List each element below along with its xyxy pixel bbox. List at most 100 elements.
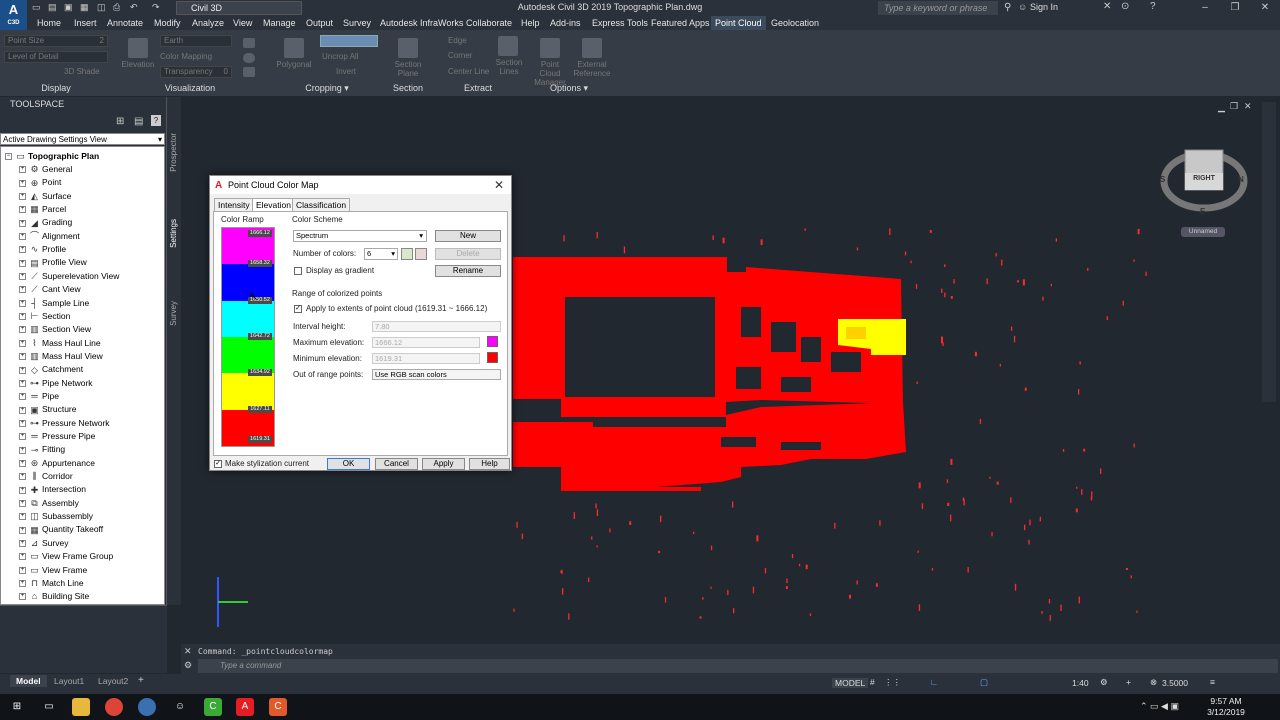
out-of-range-dropdown[interactable]: Use RGB scan colors xyxy=(372,369,501,380)
save-as-icon[interactable]: ▦ xyxy=(80,2,89,14)
tree-root[interactable]: − ▭ Topographic Plan xyxy=(5,150,99,163)
tab-elevation[interactable]: Elevation xyxy=(252,198,295,212)
crop-selector[interactable] xyxy=(320,35,378,47)
plus-icon[interactable]: + xyxy=(1126,677,1131,687)
tree-item-subassembly[interactable]: + ◫ Subassembly xyxy=(19,510,93,523)
restore-icon[interactable]: ❐ xyxy=(1220,0,1250,16)
tree-item-corridor[interactable]: + ⫼ Corridor xyxy=(19,470,73,483)
web-icon[interactable]: ◫ xyxy=(97,2,106,14)
sphere-icon[interactable] xyxy=(243,53,255,63)
expand-icon[interactable]: + xyxy=(19,379,26,387)
expand-icon[interactable]: + xyxy=(19,580,26,588)
model-space-button[interactable]: MODEL xyxy=(832,678,869,688)
tab-model[interactable]: Model xyxy=(10,675,47,687)
pen-icon[interactable] xyxy=(243,38,255,48)
color-mapping-button[interactable]: Color Mapping xyxy=(160,52,232,61)
maximum-elevation-field[interactable]: 1666.12 xyxy=(372,337,480,348)
tab-insert[interactable]: Insert xyxy=(70,16,101,30)
3d-shade-button[interactable]: 3D Shade xyxy=(4,67,108,79)
apply-button[interactable]: Apply xyxy=(422,458,465,470)
command-input[interactable]: Type a command xyxy=(198,659,1278,673)
section-plane-icon[interactable] xyxy=(398,38,418,58)
viewport-restore-icon[interactable]: ❐ xyxy=(1230,101,1238,112)
tab-add-ins[interactable]: Add-ins xyxy=(546,16,585,30)
civil3d-task-icon[interactable]: C xyxy=(269,698,287,716)
ortho-icon[interactable]: ∟ xyxy=(930,677,938,687)
help-button[interactable]: Help xyxy=(469,458,510,470)
section-lines-icon[interactable] xyxy=(498,36,518,56)
tree-item-section-view[interactable]: + ▥ Section View xyxy=(19,323,91,336)
redo-icon[interactable]: ↷ xyxy=(152,2,160,14)
tab-output[interactable]: Output xyxy=(302,16,337,30)
tree-item-profile-view[interactable]: + ▤ Profile View xyxy=(19,256,87,269)
new-button[interactable]: New xyxy=(435,230,501,242)
display-panel-label[interactable]: Display xyxy=(0,83,112,95)
tree-options-icon[interactable]: ⊞ xyxy=(116,116,124,127)
expand-icon[interactable]: + xyxy=(19,206,26,214)
level-of-detail-slider[interactable]: Level of Detail xyxy=(4,51,108,63)
point-size-field[interactable]: Point Size 2 xyxy=(4,35,108,47)
tree-item-sample-line[interactable]: + ┤ Sample Line xyxy=(19,297,89,310)
expand-icon[interactable]: + xyxy=(19,246,26,254)
application-menu-button[interactable]: A C3D xyxy=(0,0,27,30)
expand-icon[interactable]: + xyxy=(19,259,26,267)
close-icon[interactable]: ✕ xyxy=(1250,0,1280,16)
expand-icon[interactable]: + xyxy=(19,233,26,240)
tab-layout1[interactable]: Layout1 xyxy=(48,675,90,687)
rename-button[interactable]: Rename xyxy=(435,265,501,277)
tree-item-survey[interactable]: + ⊿ Survey xyxy=(19,537,68,550)
section-panel-label[interactable]: Section xyxy=(386,83,430,95)
tree-item-pipe[interactable]: + ═ Pipe xyxy=(19,390,59,403)
transparency-slider[interactable]: Transparency 0 xyxy=(160,66,232,78)
minimize-icon[interactable]: – xyxy=(1190,0,1220,16)
cancel-button[interactable]: Cancel xyxy=(375,458,418,470)
expand-icon[interactable]: + xyxy=(19,526,26,534)
uncrop-all-button[interactable]: Uncrop All xyxy=(322,52,378,61)
tab-manage[interactable]: Manage xyxy=(259,16,300,30)
tree-item-assembly[interactable]: + ⧉ Assembly xyxy=(19,497,79,510)
tree-item-mass-haul-line[interactable]: + ⌇ Mass Haul Line xyxy=(19,337,101,350)
tree-item-section[interactable]: + ⊢ Section xyxy=(19,310,70,323)
ramp-band[interactable] xyxy=(222,337,274,374)
tree-item-point[interactable]: + ⊕ Point xyxy=(19,176,61,189)
expand-icon[interactable]: + xyxy=(19,353,26,361)
customize-command-icon[interactable]: ⚙ xyxy=(184,660,192,671)
minimum-color-swatch[interactable] xyxy=(487,352,498,363)
tab-intensity[interactable]: Intensity xyxy=(214,198,254,211)
tree-item-fitting[interactable]: + ⊸ Fitting xyxy=(19,443,65,456)
maximum-color-swatch[interactable] xyxy=(487,336,498,347)
undo-icon[interactable]: ↶ xyxy=(130,2,138,14)
color-ramp[interactable]: 1666.12 1658.32 1650.52 1642.72 1634.92 1627.… xyxy=(221,227,275,447)
system-tray[interactable]: ⌃ ▭ ◀ ▣ xyxy=(1140,701,1179,712)
ramp-band[interactable] xyxy=(222,264,274,301)
app-icon[interactable]: ☺ xyxy=(171,698,189,716)
tree-item-quantity-takeoff[interactable]: + ▦ Quantity Takeoff xyxy=(19,523,103,536)
display-as-gradient-checkbox[interactable] xyxy=(294,267,302,275)
elevation-icon[interactable] xyxy=(128,38,148,58)
tree-item-intersection[interactable]: + ✚ Intersection xyxy=(19,483,86,496)
lighting-icon[interactable] xyxy=(243,67,255,77)
tree-item-match-line[interactable]: + ⊓ Match Line xyxy=(19,577,84,590)
tab-survey[interactable]: Survey xyxy=(339,16,375,30)
viewport-close-icon[interactable]: ✕ xyxy=(1244,101,1252,112)
tree-item-general[interactable]: + ⚙ General xyxy=(19,163,72,176)
browser-icon[interactable] xyxy=(138,698,156,716)
snap-icon[interactable]: ⋮⋮ xyxy=(884,677,901,688)
tree-item-structure[interactable]: + ▣ Structure xyxy=(19,403,77,416)
expand-icon[interactable]: + xyxy=(19,433,26,441)
tab-view[interactable]: View xyxy=(229,16,256,30)
expand-icon[interactable]: + xyxy=(19,273,26,281)
grid-icon[interactable]: # xyxy=(870,677,875,687)
tab-home[interactable]: Home xyxy=(33,16,65,30)
expand-icon[interactable]: + xyxy=(19,406,26,414)
print-icon[interactable]: ⎙ xyxy=(113,2,120,14)
ok-button[interactable]: OK xyxy=(327,458,370,470)
number-of-colors-dropdown[interactable]: 6 ▾ xyxy=(364,248,398,260)
ramp-settings-icon[interactable] xyxy=(401,248,413,260)
minimum-elevation-field[interactable]: 1619.31 xyxy=(372,353,480,364)
expand-icon[interactable]: + xyxy=(19,566,26,574)
tab-help[interactable]: Help xyxy=(517,16,544,30)
ramp-edit-icon[interactable] xyxy=(415,248,427,260)
expand-icon[interactable]: + xyxy=(19,299,26,307)
list-view-icon[interactable]: ▤ xyxy=(134,116,143,127)
